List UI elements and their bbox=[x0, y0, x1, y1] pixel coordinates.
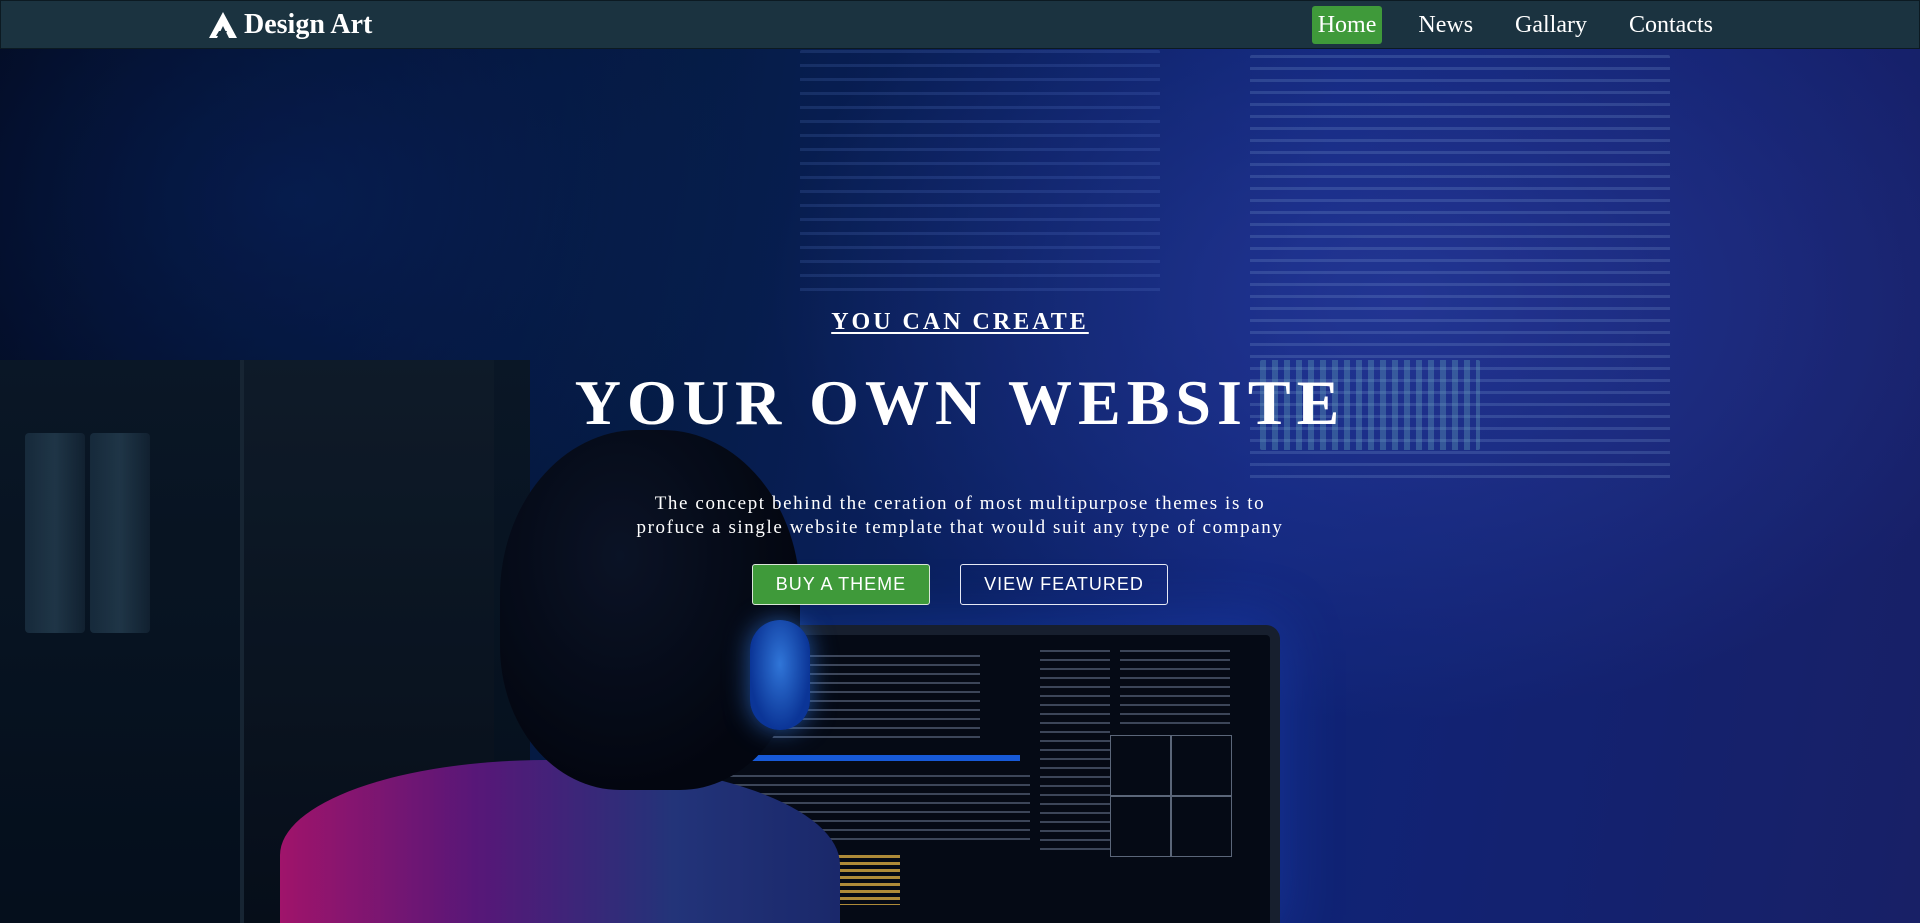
brand-logo-link[interactable]: Design Art bbox=[208, 9, 372, 41]
nav-item-gallary[interactable]: Gallary bbox=[1509, 6, 1593, 44]
hero-description-line-2: profuce a single website template that w… bbox=[636, 517, 1284, 538]
nav-item-home[interactable]: Home bbox=[1311, 6, 1383, 44]
top-navbar: Design Art Home News Gallary Contacts bbox=[0, 0, 1920, 49]
hero-eyebrow: YOU CAN CREATE bbox=[831, 309, 1089, 335]
hero-headline: YOUR OWN WEBSITE bbox=[574, 367, 1346, 438]
hero-description-line-1: The concept behind the ceration of most … bbox=[654, 493, 1266, 514]
nav-item-news[interactable]: News bbox=[1412, 6, 1479, 44]
brand-name: Design Art bbox=[244, 9, 373, 40]
nav-item-contacts[interactable]: Contacts bbox=[1623, 6, 1719, 44]
logo-triangle-icon bbox=[209, 12, 237, 38]
hero-background-image bbox=[0, 0, 1920, 923]
hero-description: The concept behind the ceration of most … bbox=[560, 492, 1360, 540]
buy-theme-button[interactable]: BUY A THEME bbox=[752, 564, 930, 605]
view-featured-button[interactable]: VIEW FEATURED bbox=[960, 564, 1168, 605]
nav-menu: Home News Gallary Contacts bbox=[1282, 6, 1719, 44]
